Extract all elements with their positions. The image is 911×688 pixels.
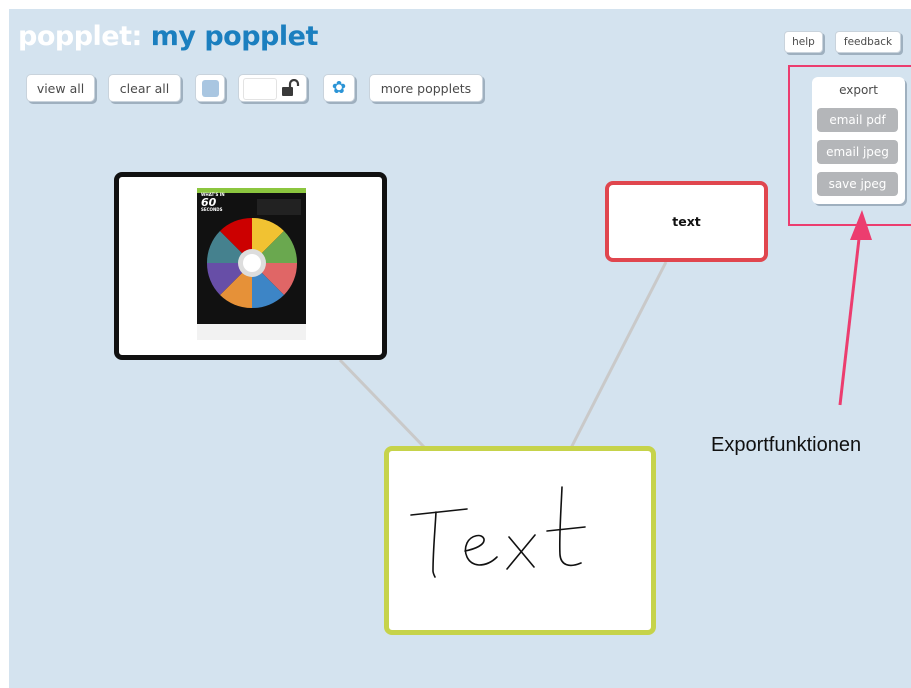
infographic-heading-line2: SECONDS (201, 207, 223, 212)
app-title: popplet: my popplet (18, 21, 318, 52)
text-popple[interactable]: text (605, 181, 768, 262)
settings-button[interactable]: ✿ (323, 74, 355, 102)
color-swatch (201, 79, 219, 97)
export-title: export (839, 83, 878, 97)
lock-toggle[interactable] (238, 74, 307, 102)
help-label: help (792, 36, 815, 48)
view-all-button[interactable]: view all (26, 74, 95, 102)
clear-all-button[interactable]: clear all (108, 74, 181, 102)
email-pdf-button[interactable]: email pdf (817, 108, 898, 132)
color-picker-button[interactable] (195, 74, 225, 102)
export-panel: export email pdf email jpeg save jpeg (812, 77, 905, 204)
drawing-popple[interactable] (384, 446, 656, 635)
handwritten-text-drawing (410, 486, 586, 578)
more-popplets-label: more popplets (380, 80, 472, 96)
gear-icon: ✿ (331, 77, 347, 98)
feedback-label: feedback (843, 36, 893, 48)
annotation-label: Exportfunktionen (711, 434, 862, 456)
clear-all-label: clear all (119, 80, 170, 96)
unlocked-padlock-icon (282, 79, 300, 96)
save-jpeg-button[interactable]: save jpeg (817, 172, 898, 196)
infographic-heading: WHAT'S IN 60 SECONDS (201, 193, 225, 212)
view-all-label: view all (36, 80, 85, 96)
save-jpeg-label: save jpeg (828, 177, 887, 191)
image-popple[interactable]: WHAT'S IN 60 SECONDS (114, 172, 387, 360)
more-popplets-button[interactable]: more popplets (369, 74, 483, 102)
board-title[interactable]: my popplet (151, 21, 319, 52)
email-jpeg-label: email jpeg (826, 145, 889, 159)
email-jpeg-button[interactable]: email jpeg (817, 140, 898, 164)
text-popple-content: text (672, 214, 701, 229)
email-pdf-label: email pdf (829, 113, 886, 127)
brand-logo: popplet: (18, 21, 142, 52)
feedback-button[interactable]: feedback (835, 31, 901, 53)
toggle-knob (243, 78, 277, 100)
help-button[interactable]: help (784, 31, 823, 53)
